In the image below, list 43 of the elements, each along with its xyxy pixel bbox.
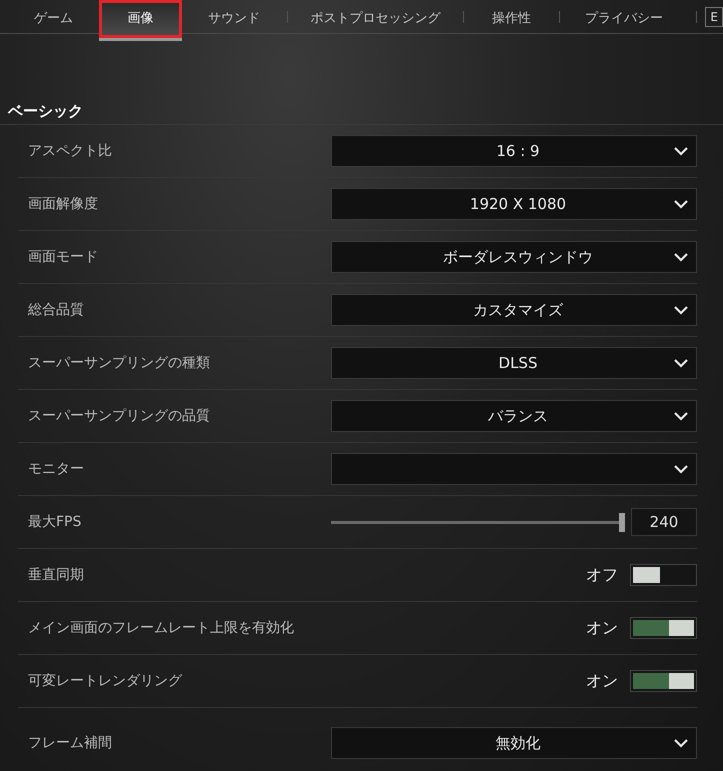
tab[interactable]: 操作性 (464, 0, 560, 38)
dropdown[interactable]: 1920 X 1080 (331, 188, 697, 220)
setting-label: メイン画面のフレームレート上限を有効化 (27, 618, 294, 638)
dropdown[interactable]: ボーダレスウィンドウ (331, 241, 697, 273)
setting-label: 最大FPS (27, 512, 82, 532)
toggle-switch[interactable] (630, 617, 697, 639)
setting-label: モニター (27, 460, 84, 478)
chevron-down-icon (674, 358, 688, 368)
slider[interactable] (331, 512, 625, 532)
chevron-down-icon (674, 306, 688, 314)
dropdown[interactable]: 無効化 (331, 727, 697, 759)
chevron-down-icon (674, 252, 688, 262)
setting-label: 画面モード (27, 248, 98, 266)
setting-label: スーパーサンプリングの品質 (27, 406, 210, 426)
tab[interactable]: ポストプロセッシング (288, 0, 464, 38)
chevron-down-icon (674, 412, 688, 420)
setting-label: フレーム補間 (27, 734, 112, 752)
section-title: ベーシック (8, 100, 83, 122)
tab[interactable]: ゲーム (8, 0, 99, 38)
chevron-down-icon (674, 464, 688, 474)
setting-label: 総合品質 (27, 300, 84, 320)
toggle-state-label: オン (586, 617, 618, 639)
toggle-state-label: オン (586, 670, 618, 692)
setting-label: アスペクト比 (27, 142, 112, 160)
tab[interactable]: プライバシー (560, 0, 688, 38)
chevron-down-icon (674, 146, 688, 156)
toggle-state-label: オフ (586, 564, 618, 586)
toggle-switch[interactable] (630, 670, 697, 692)
tab[interactable]: サウンド (182, 0, 287, 38)
slider-thumb[interactable] (619, 512, 625, 532)
dropdown[interactable]: DLSS (331, 347, 697, 379)
setting-label: 可変レートレンダリング (27, 672, 182, 690)
chevron-down-icon (674, 738, 688, 748)
dropdown[interactable]: 16 : 9 (331, 135, 697, 167)
toggle-switch[interactable] (630, 564, 697, 586)
dropdown[interactable]: カスタマイズ (331, 294, 697, 326)
dropdown[interactable]: バランス (331, 400, 697, 432)
setting-label: 画面解像度 (27, 194, 98, 214)
chevron-down-icon (674, 200, 688, 208)
setting-label: 垂直同期 (27, 566, 84, 584)
key-hint: E (705, 6, 723, 26)
value-field[interactable]: 240 (631, 508, 697, 536)
setting-label: スーパーサンプリングの種類 (27, 354, 210, 372)
